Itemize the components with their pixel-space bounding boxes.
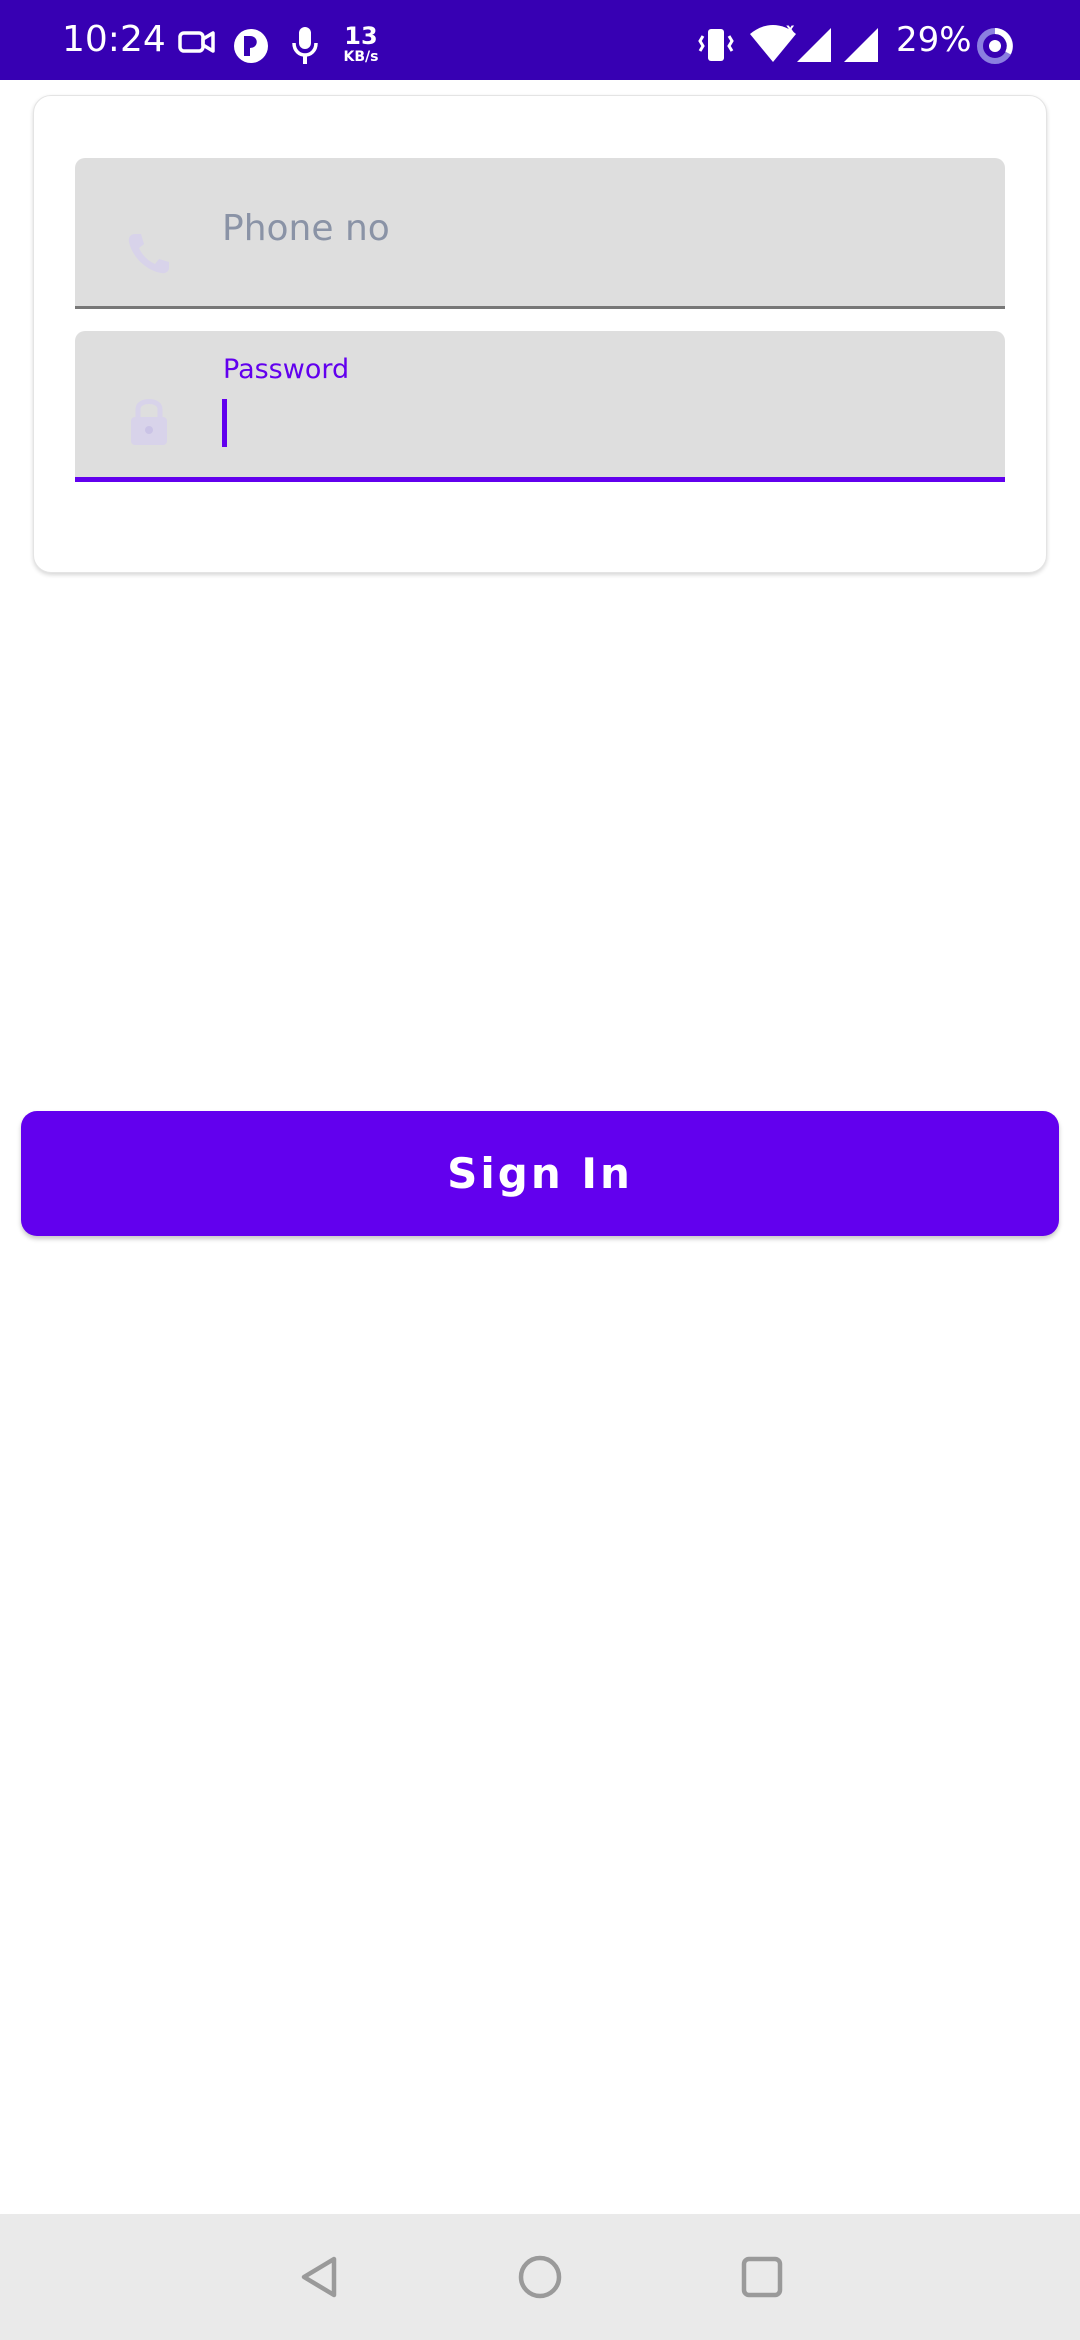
password-input[interactable] — [222, 399, 982, 453]
lock-icon — [131, 399, 167, 445]
password-field[interactable]: Password — [75, 331, 1005, 482]
network-speed: 13 KB/s — [340, 24, 382, 64]
text-cursor — [222, 399, 227, 447]
svg-text:x: x — [786, 22, 795, 37]
battery-percent: 29% — [896, 20, 972, 60]
network-speed-unit: KB/s — [343, 49, 379, 65]
network-speed-value: 13 — [344, 22, 378, 50]
sign-in-button[interactable]: Sign In — [21, 1111, 1059, 1236]
phone-field[interactable] — [75, 158, 1005, 309]
battery-saver-icon — [977, 28, 1013, 64]
sign-in-screen: 10:24 13 KB/s x 29% Phone no Password Si… — [0, 0, 1080, 2340]
signal-icon — [797, 28, 831, 62]
microphone-icon — [292, 27, 318, 64]
video-camera-icon — [178, 31, 215, 53]
app-notification-icon — [234, 29, 268, 63]
phone-input[interactable] — [222, 198, 982, 258]
home-icon[interactable] — [510, 2247, 570, 2307]
wifi-icon: x — [750, 22, 796, 62]
status-time: 10:24 — [62, 19, 166, 60]
status-bar: 10:24 13 KB/s x 29% — [0, 0, 1080, 80]
password-label: Password — [223, 354, 350, 385]
back-icon[interactable] — [290, 2247, 350, 2307]
phone-icon — [128, 234, 169, 274]
recents-icon[interactable] — [732, 2247, 792, 2307]
signal-icon — [844, 28, 878, 62]
navigation-bar — [0, 2214, 1080, 2340]
login-card: Password — [33, 95, 1047, 573]
vibrate-icon — [698, 29, 734, 61]
